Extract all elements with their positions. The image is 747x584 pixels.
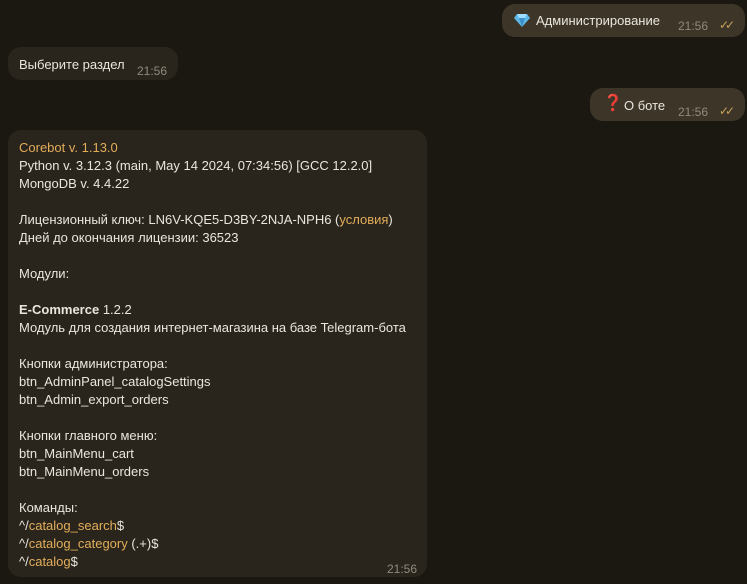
admin-button-item: btn_Admin_export_orders <box>19 392 169 407</box>
outgoing-message-admin[interactable]: Администрирование 21:56 ✓✓ <box>502 4 745 37</box>
admin-button-item: btn_AdminPanel_catalogSettings <box>19 374 211 389</box>
license-terms-link[interactable]: условия <box>339 212 388 227</box>
license-days: Дней до окончания лицензии: 36523 <box>19 230 239 245</box>
license-key: Лицензионный ключ: LN6V-KQE5-D3BY-2NJA-N… <box>19 212 393 227</box>
message-text: Выберите раздел <box>19 57 125 72</box>
python-version: Python v. 3.12.3 (main, May 14 2024, 07:… <box>19 158 373 173</box>
main-button-item: btn_MainMenu_orders <box>19 464 150 479</box>
question-icon: ❓ <box>603 95 623 112</box>
mongo-version: MongoDB v. 4.4.22 <box>19 176 130 191</box>
message-time: 21:56 <box>137 64 168 78</box>
message-time: 21:56 <box>678 105 709 119</box>
diamond-icon <box>514 12 530 33</box>
command-link[interactable]: catalog_search <box>29 518 117 533</box>
bot-version-link[interactable]: Corebot v. 1.13.0 <box>19 139 406 157</box>
command-link[interactable]: catalog <box>29 554 71 569</box>
command-item: ^/catalog_category (.+)$ <box>19 536 159 551</box>
message-text: О боте <box>624 98 666 113</box>
double-check-icon: ✓✓ <box>719 18 735 32</box>
commands-title: Команды: <box>19 500 78 515</box>
incoming-message-choose-section[interactable]: Выберите раздел 21:56 <box>8 47 178 80</box>
message-text: Администрирование <box>536 13 660 28</box>
command-item: ^/catalog$ <box>19 554 78 569</box>
command-item: ^/catalog_search$ <box>19 518 125 533</box>
main-button-item: btn_MainMenu_cart <box>19 446 134 461</box>
modules-title: Модули: <box>19 266 70 281</box>
bot-info-body: Corebot v. 1.13.0 Python v. 3.12.3 (main… <box>19 139 406 571</box>
outgoing-message-about-bot[interactable]: ❓ О боте 21:56 ✓✓ <box>590 88 745 121</box>
incoming-message-bot-info[interactable]: Corebot v. 1.13.0 Python v. 3.12.3 (main… <box>8 130 427 577</box>
double-check-icon: ✓✓ <box>719 104 735 118</box>
module-description: Модуль для создания интернет-магазина на… <box>19 320 406 335</box>
main-buttons-title: Кнопки главного меню: <box>19 428 158 443</box>
message-time: 21:56 <box>678 19 709 33</box>
module-header: E-Commerce 1.2.2 <box>19 302 132 317</box>
admin-buttons-title: Кнопки администратора: <box>19 356 168 371</box>
command-link[interactable]: catalog_category <box>29 536 128 551</box>
message-time: 21:56 <box>387 562 418 576</box>
